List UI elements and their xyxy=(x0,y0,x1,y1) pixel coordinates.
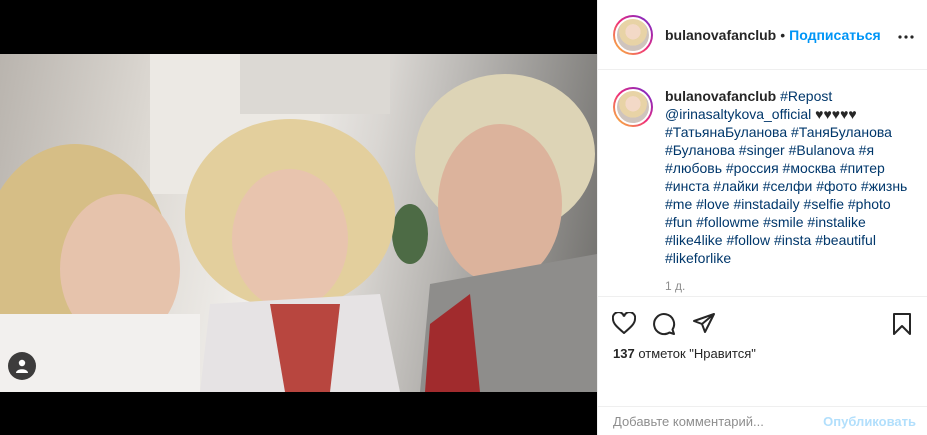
hashtag-link[interactable]: #фото xyxy=(816,178,857,194)
hashtag-link[interactable]: #россия xyxy=(726,160,779,176)
photo-illustration xyxy=(0,54,597,392)
hashtag-link[interactable]: #селфи xyxy=(763,178,813,194)
likes-count[interactable]: 137 отметок "Нравится" xyxy=(613,346,756,361)
author-username[interactable]: bulanovafanclub xyxy=(665,27,776,43)
hashtag-link[interactable]: #я xyxy=(859,142,874,158)
instagram-post-modal: bulanovafanclub • Подписаться bulanovafa… xyxy=(0,0,927,435)
author-avatar[interactable] xyxy=(613,14,653,55)
share-icon xyxy=(693,313,715,333)
caption-comment: bulanovafanclub #Repost @irinasaltykova_… xyxy=(613,87,912,295)
follow-button[interactable]: Подписаться xyxy=(789,27,881,43)
mention-link[interactable]: @irinasaltykova_official xyxy=(665,106,811,122)
hashtag-link[interactable]: #Repost xyxy=(780,88,832,104)
hashtag-link[interactable]: #follow xyxy=(726,232,770,248)
post-time[interactable]: 1 д. xyxy=(665,277,912,295)
caption-author-avatar[interactable] xyxy=(613,87,653,127)
post-header: bulanovafanclub • Подписаться xyxy=(598,0,927,70)
comments-section[interactable]: bulanovafanclub #Repost @irinasaltykova_… xyxy=(598,71,927,295)
heart-icon xyxy=(611,311,637,335)
add-comment-bar: Опубликовать xyxy=(598,406,927,435)
ellipsis-icon xyxy=(898,35,914,39)
caption-emoji: ♥♥♥♥♥ xyxy=(815,106,857,122)
header-separator: • xyxy=(780,26,786,43)
avatar-image xyxy=(615,16,651,53)
comment-button[interactable] xyxy=(652,312,676,339)
hashtag-link[interactable]: #instalike xyxy=(807,214,865,230)
hashtag-link[interactable]: #инста xyxy=(665,178,709,194)
hashtag-link[interactable]: #beautiful xyxy=(815,232,876,248)
hashtag-link[interactable]: #любовь xyxy=(665,160,722,176)
comment-icon xyxy=(653,313,676,336)
post-photo[interactable] xyxy=(0,54,597,392)
user-tag-button[interactable] xyxy=(8,352,36,380)
action-bar xyxy=(598,296,927,340)
comment-input[interactable] xyxy=(613,413,824,429)
caption-tags: #Repost @irinasaltykova_official ♥♥♥♥♥ #… xyxy=(665,88,907,266)
hashtag-link[interactable]: #fun xyxy=(665,214,692,230)
hashtag-link[interactable]: #followme xyxy=(696,214,759,230)
hashtag-link[interactable]: #питер xyxy=(840,160,885,176)
post-side-panel: bulanovafanclub • Подписаться bulanovafa… xyxy=(597,0,927,435)
bookmark-icon xyxy=(893,313,911,335)
hashtag-link[interactable]: #жизнь xyxy=(861,178,907,194)
hashtag-link[interactable]: #Буланова xyxy=(665,142,735,158)
hashtag-link[interactable]: #singer xyxy=(739,142,785,158)
hashtag-link[interactable]: #smile xyxy=(763,214,803,230)
share-button[interactable] xyxy=(692,312,716,337)
publish-button[interactable]: Опубликовать xyxy=(823,414,916,429)
caption-text: bulanovafanclub #Repost @irinasaltykova_… xyxy=(665,87,912,295)
likes-label: отметок "Нравится" xyxy=(638,346,756,361)
avatar-image xyxy=(615,89,651,125)
hashtag-link[interactable]: #Bulanova xyxy=(789,142,855,158)
like-button[interactable] xyxy=(611,311,637,337)
hashtag-link[interactable]: #лайки xyxy=(713,178,759,194)
hashtag-link[interactable]: #москва xyxy=(783,160,836,176)
hashtag-link[interactable]: #like4like xyxy=(665,232,723,248)
hashtag-link[interactable]: #photo xyxy=(848,196,891,212)
hashtag-link[interactable]: #me xyxy=(665,196,692,212)
hashtag-link[interactable]: #selfie xyxy=(804,196,844,212)
hashtag-link[interactable]: #love xyxy=(696,196,729,212)
more-options-button[interactable] xyxy=(898,24,914,42)
hashtag-link[interactable]: #likeforlike xyxy=(665,250,731,266)
hashtag-link[interactable]: #ТатьянаБуланова xyxy=(665,124,787,140)
person-icon xyxy=(16,359,28,373)
likes-number: 137 xyxy=(613,346,635,361)
media-pane xyxy=(0,0,597,435)
hashtag-link[interactable]: #instadaily xyxy=(733,196,799,212)
hashtag-link[interactable]: #insta xyxy=(774,232,811,248)
hashtag-link[interactable]: #ТаняБуланова xyxy=(791,124,892,140)
caption-username[interactable]: bulanovafanclub xyxy=(665,88,776,104)
save-button[interactable] xyxy=(892,312,912,339)
